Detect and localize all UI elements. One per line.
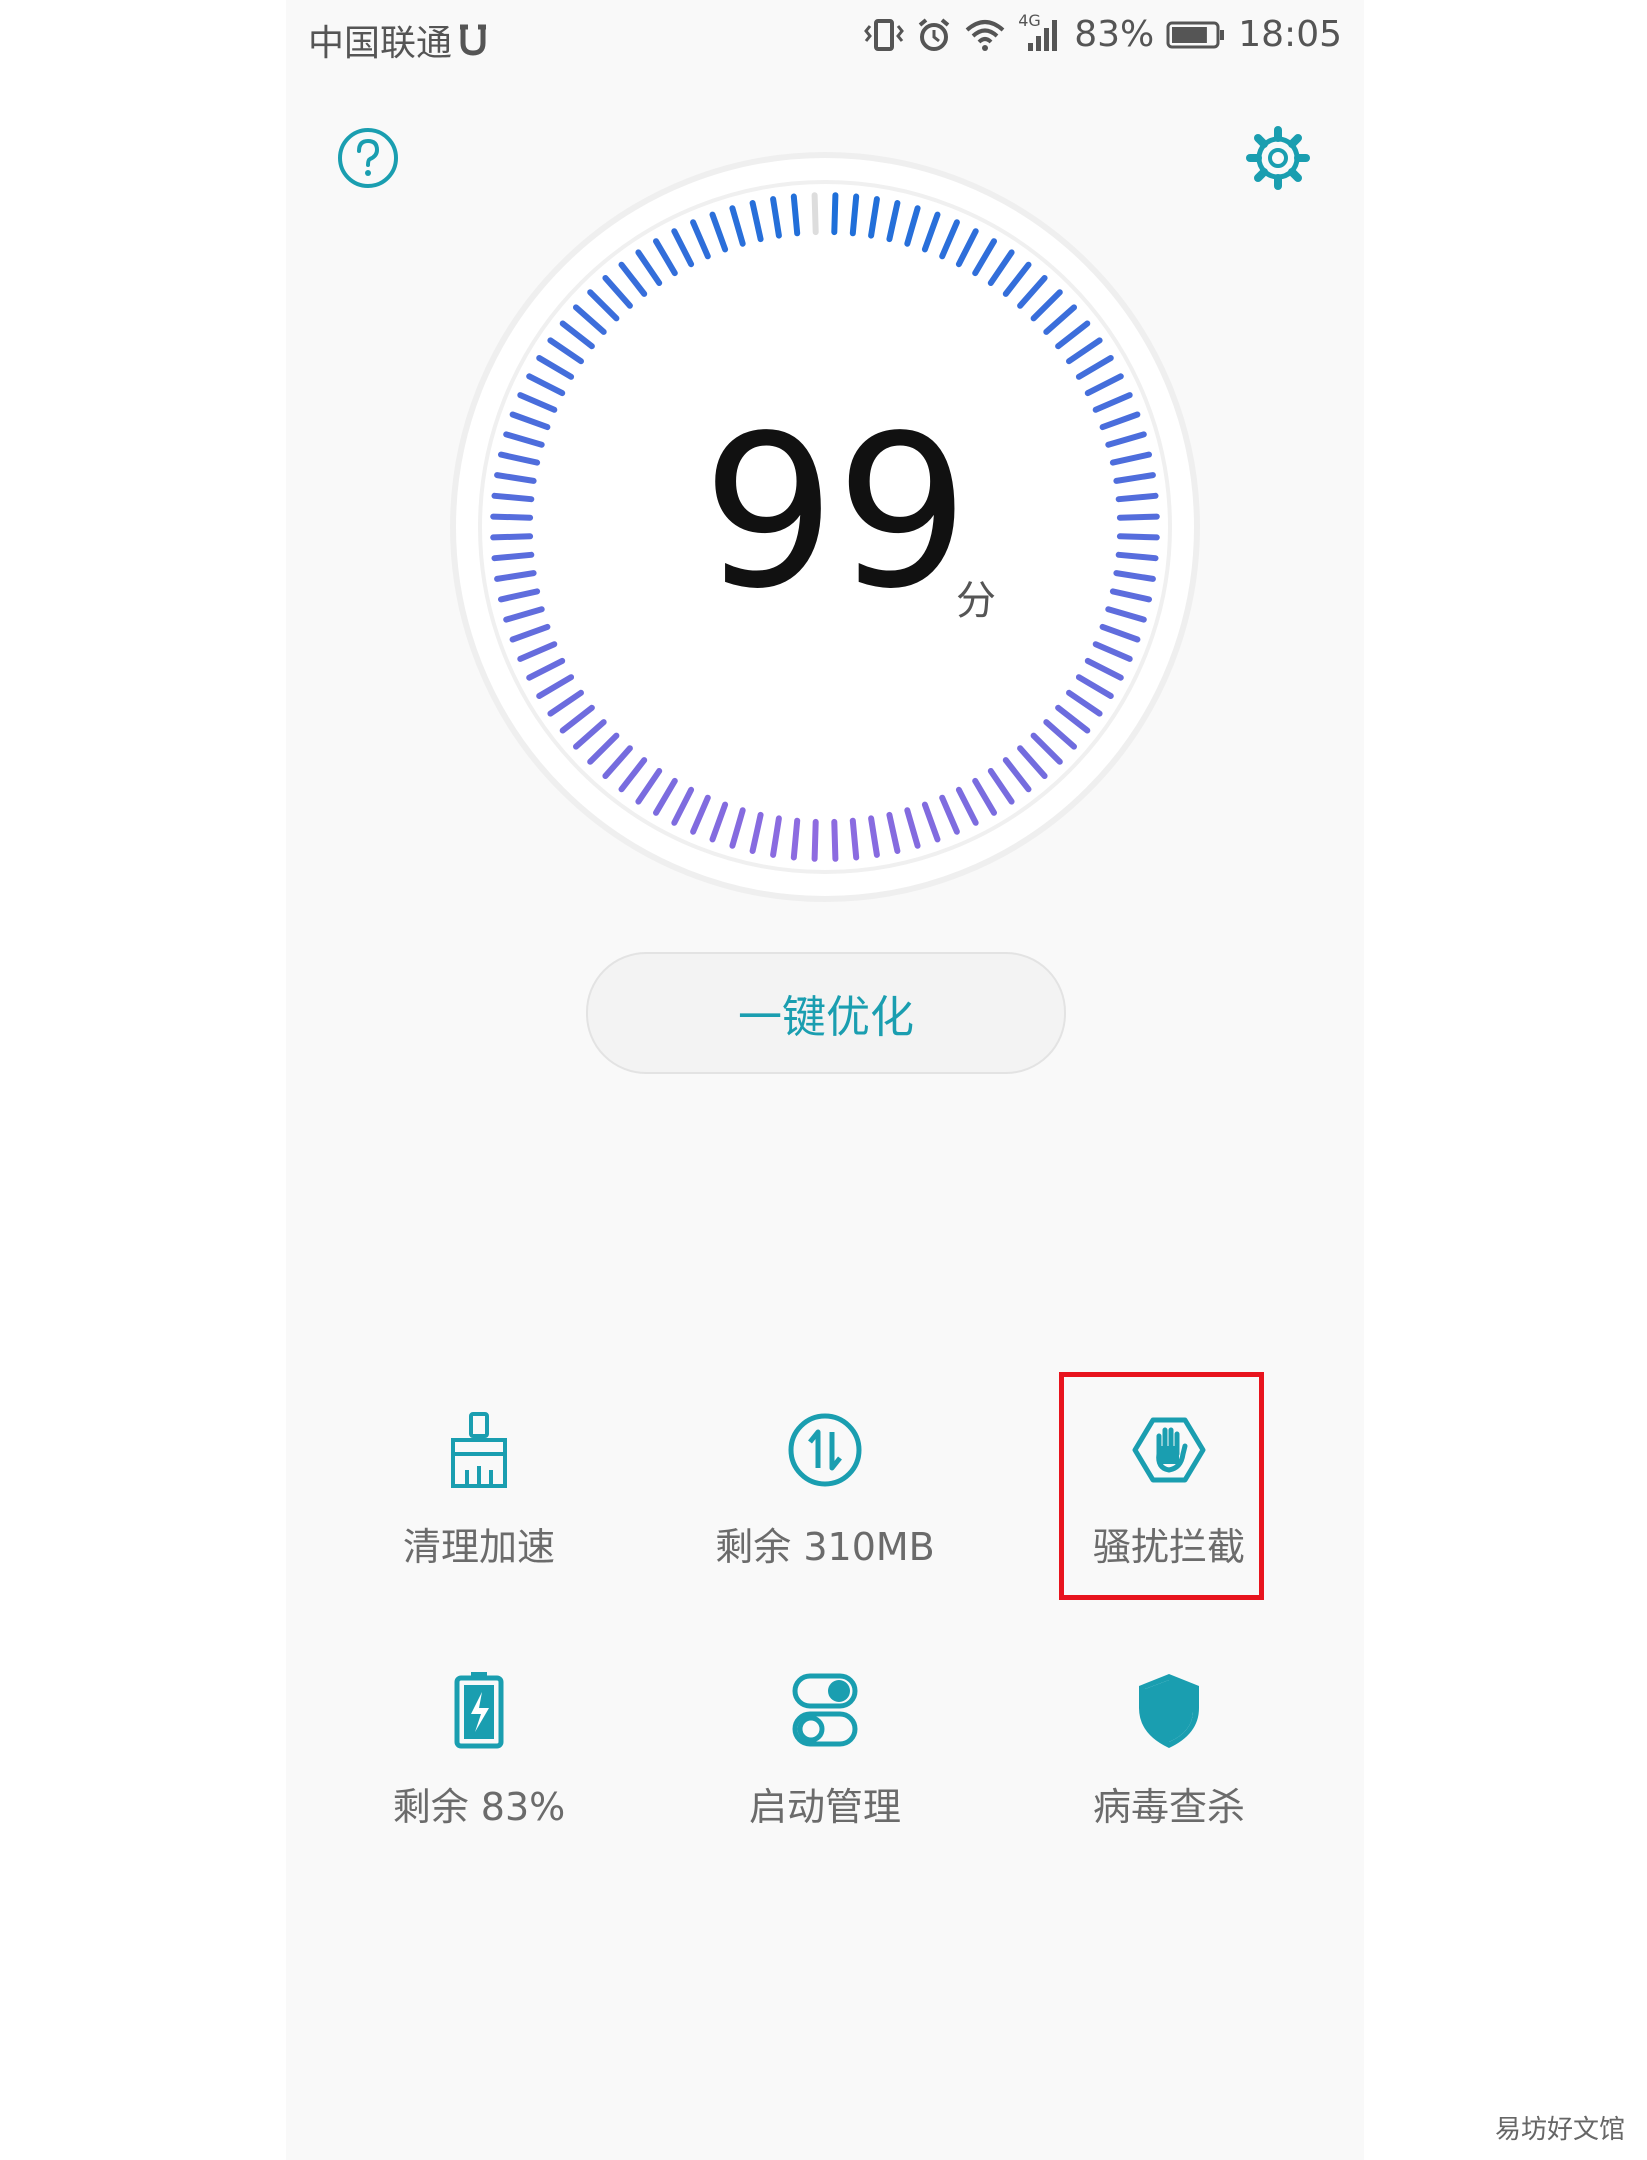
gauge-tick	[490, 533, 534, 541]
gauge-tick	[849, 193, 860, 237]
wifi-icon	[965, 19, 1005, 51]
gauge-tick	[1116, 533, 1160, 541]
gauge-tick	[491, 492, 535, 503]
score-unit: 分	[956, 578, 996, 624]
gear-icon	[1246, 126, 1310, 190]
battery-percent: 83%	[1074, 14, 1155, 55]
tool-memory[interactable]: 剩余 310MB	[675, 1410, 975, 1640]
tool-label: 清理加速	[402, 1525, 555, 1569]
phone-screen: 中国联通 4G 83% 18:05 99 分 一键优化 清理加速 剩余 310M…	[286, 0, 1364, 2160]
carrier-group: 中国联通	[308, 14, 488, 66]
shield-icon	[1139, 1674, 1199, 1748]
optimize-button[interactable]: 一键优化	[586, 952, 1066, 1074]
gauge-tick	[811, 818, 819, 862]
gauge-tick	[490, 513, 534, 521]
gauge-tick	[790, 817, 801, 861]
battery-icon	[1166, 21, 1225, 48]
signal-group: 4G	[1018, 11, 1062, 53]
status-icons: 4G 83% 18:05	[864, 11, 1342, 55]
tool-label: 启动管理	[748, 1785, 901, 1829]
gauge-tick	[1116, 513, 1160, 521]
tool-label: 病毒查杀	[1092, 1785, 1245, 1829]
tool-startup-manager[interactable]: 启动管理	[675, 1670, 975, 1900]
vibrate-icon	[864, 18, 905, 51]
watermark: 易坊好文馆	[1494, 2115, 1625, 2145]
gauge-tick	[1115, 492, 1159, 503]
carrier-name: 中国联通	[308, 23, 453, 64]
gauge-tick	[811, 192, 819, 236]
clock: 18:05	[1238, 14, 1342, 55]
battery-charging-icon	[454, 1672, 504, 1749]
settings-button[interactable]	[1246, 126, 1310, 190]
tool-virus-scan[interactable]: 病毒查杀	[1019, 1670, 1319, 1900]
help-icon	[338, 128, 398, 188]
gauge-tick	[831, 818, 839, 862]
broom-icon	[451, 1412, 507, 1488]
annotation-highlight-box	[1059, 1372, 1264, 1600]
help-button[interactable]	[336, 126, 400, 190]
toggle-switches-icon	[792, 1673, 858, 1747]
tool-label: 剩余 83%	[392, 1785, 566, 1829]
notification-u-icon	[460, 24, 487, 56]
optimize-button-label: 一键优化	[738, 992, 914, 1043]
gauge-tick	[1115, 551, 1159, 562]
tool-label: 剩余 310MB	[715, 1525, 935, 1569]
status-bar: 中国联通 4G 83% 18:05	[286, 0, 1364, 72]
gauge-tick	[849, 817, 860, 861]
gauge-tick	[790, 193, 801, 237]
transfer-arrows-icon	[788, 1413, 862, 1487]
gauge-tick	[491, 551, 535, 562]
score-value: 99	[702, 390, 970, 635]
alarm-icon	[918, 17, 950, 51]
signal-icon	[1028, 19, 1058, 51]
gauge-tick	[831, 192, 839, 236]
tool-clean-speedup[interactable]: 清理加速	[329, 1410, 629, 1640]
tool-battery[interactable]: 剩余 83%	[329, 1670, 629, 1900]
